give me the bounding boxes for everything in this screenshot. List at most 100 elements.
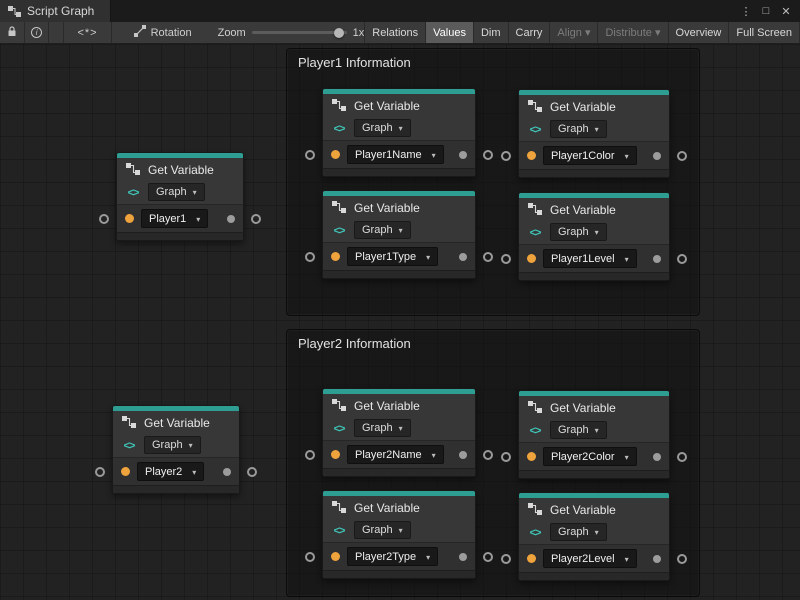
variable-name-dropdown[interactable]: Player2Type [347,547,438,566]
toolbar-button-align[interactable]: Align ▾ [549,22,597,43]
graph-canvas[interactable]: Player1 Information Player2 Information … [0,44,800,600]
variable-input-port[interactable] [331,252,340,261]
toolbar-button-distribute[interactable]: Distribute ▾ [597,22,667,43]
output-connection-port[interactable] [677,554,687,564]
flow-graph-icon [332,399,346,411]
get-variable-node[interactable]: Get Variable Graph Player1 [116,152,244,241]
variable-name-dropdown[interactable]: Player2Name [347,445,444,464]
value-output-dot[interactable] [227,215,235,223]
graph-scope-icon [530,425,541,437]
value-output-dot[interactable] [223,468,231,476]
graph-scope-dropdown[interactable]: Graph [354,521,411,539]
variable-name-dropdown[interactable]: Player1Level [543,249,637,268]
rotation-control[interactable]: Rotation [134,22,192,43]
variable-input-port[interactable] [331,552,340,561]
variable-input-port[interactable] [527,452,536,461]
value-output-dot[interactable] [459,151,467,159]
input-connection-port[interactable] [501,554,511,564]
input-connection-port[interactable] [501,151,511,161]
output-connection-port[interactable] [483,150,493,160]
node-title: Get Variable [550,502,663,518]
value-output-dot[interactable] [653,555,661,563]
get-variable-node[interactable]: Get Variable Graph Player2Color [518,390,670,479]
variable-input-port[interactable] [125,214,134,223]
output-connection-port[interactable] [483,252,493,262]
toolbar-button-values[interactable]: Values [425,22,473,43]
variable-input-port[interactable] [121,467,130,476]
toolbar-button-overview[interactable]: Overview [668,22,729,43]
node-title: Get Variable [354,200,469,216]
input-connection-port[interactable] [305,150,315,160]
node-footer [519,572,669,580]
get-variable-node[interactable]: Get Variable Graph Player1Name [322,88,476,177]
input-connection-port[interactable] [95,467,105,477]
zoom-slider[interactable] [252,22,347,43]
value-output-dot[interactable] [459,553,467,561]
get-variable-node[interactable]: Get Variable Graph Player2Level [518,492,670,581]
code-toggle-button[interactable]: <*> [63,22,111,43]
value-output-dot[interactable] [653,453,661,461]
output-connection-port[interactable] [677,254,687,264]
output-connection-port[interactable] [251,214,261,224]
variable-input-port[interactable] [527,151,536,160]
variable-name-dropdown[interactable]: Player2 [137,462,204,481]
value-output-dot[interactable] [459,253,467,261]
output-connection-port[interactable] [677,151,687,161]
value-output-dot[interactable] [653,152,661,160]
node-footer [519,272,669,280]
input-connection-port[interactable] [305,450,315,460]
variable-name-dropdown[interactable]: Player2Level [543,549,637,568]
input-connection-port[interactable] [305,252,315,262]
get-variable-node[interactable]: Get Variable Graph Player1Level [518,192,670,281]
toolbar-button-relations[interactable]: Relations [364,22,425,43]
value-output-dot[interactable] [459,451,467,459]
graph-scope-icon [334,123,345,135]
get-variable-node[interactable]: Get Variable Graph Player1Type [322,190,476,279]
variable-input-port[interactable] [527,554,536,563]
toolbar-button-full-screen[interactable]: Full Screen [728,22,800,43]
graph-scope-dropdown[interactable]: Graph [354,221,411,239]
output-connection-port[interactable] [483,450,493,460]
graph-scope-dropdown[interactable]: Graph [144,436,201,454]
window-menu-button[interactable]: ⋮ [736,0,756,22]
value-output-dot[interactable] [653,255,661,263]
zoom-handle[interactable] [334,28,344,38]
dropdown-caret-icon [399,524,403,536]
window-tab[interactable]: Script Graph [0,0,111,22]
variable-name-dropdown[interactable]: Player1Name [347,145,444,164]
input-connection-port[interactable] [99,214,109,224]
get-variable-node[interactable]: Get Variable Graph Player2Name [322,388,476,477]
node-footer [323,570,475,578]
graph-scope-dropdown[interactable]: Graph [148,183,205,201]
output-connection-port[interactable] [483,552,493,562]
graph-scope-dropdown[interactable]: Graph [550,120,607,138]
variable-name-dropdown[interactable]: Player1Type [347,247,438,266]
output-connection-port[interactable] [247,467,257,477]
variable-input-port[interactable] [331,450,340,459]
info-button[interactable] [25,22,50,43]
get-variable-node[interactable]: Get Variable Graph Player1Color [518,89,670,178]
graph-scope-dropdown[interactable]: Graph [354,119,411,137]
graph-scope-dropdown[interactable]: Graph [550,421,607,439]
dropdown-caret-icon [192,466,196,478]
input-connection-port[interactable] [501,452,511,462]
output-connection-port[interactable] [677,452,687,462]
lock-button[interactable] [0,22,25,43]
input-connection-port[interactable] [501,254,511,264]
graph-scope-dropdown[interactable]: Graph [550,223,607,241]
input-connection-port[interactable] [305,552,315,562]
maximize-button[interactable]: □ [756,0,776,22]
variable-name-dropdown[interactable]: Player1 [141,209,208,228]
toolbar-button-carry[interactable]: Carry [508,22,550,43]
toolbar-button-dim[interactable]: Dim [473,22,508,43]
variable-name-dropdown[interactable]: Player1Color [543,146,637,165]
variable-input-port[interactable] [331,150,340,159]
variable-name-dropdown[interactable]: Player2Color [543,447,637,466]
get-variable-node[interactable]: Get Variable Graph Player2 [112,405,240,494]
toolbar-buttons: RelationsValuesDimCarryAlign ▾Distribute… [364,22,800,43]
graph-scope-dropdown[interactable]: Graph [550,523,607,541]
get-variable-node[interactable]: Get Variable Graph Player2Type [322,490,476,579]
graph-scope-dropdown[interactable]: Graph [354,419,411,437]
variable-input-port[interactable] [527,254,536,263]
close-button[interactable]: ✕ [776,0,796,22]
